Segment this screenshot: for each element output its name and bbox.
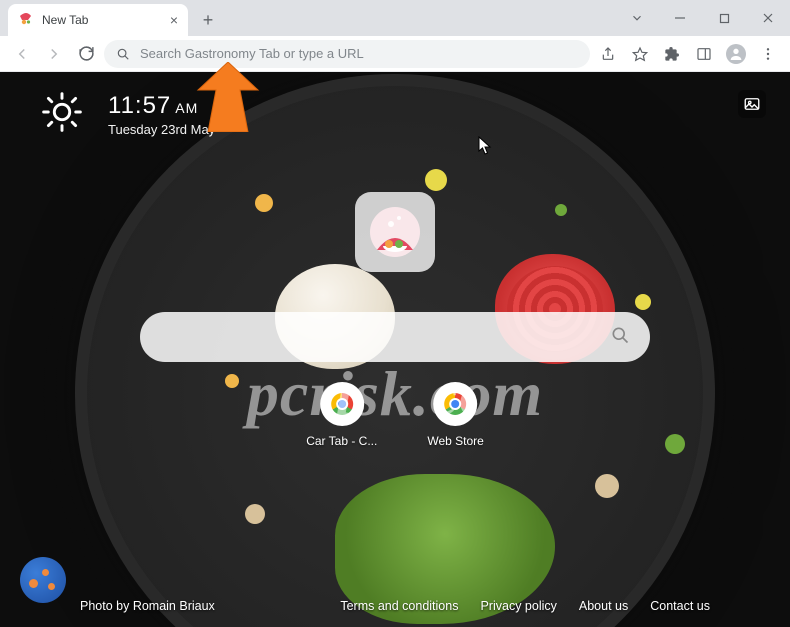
chrome-icon xyxy=(445,393,467,415)
forward-button[interactable] xyxy=(40,40,68,68)
tab-title: New Tab xyxy=(42,13,170,27)
search-icon[interactable] xyxy=(610,325,630,350)
shortcut-label: Car Tab - C... xyxy=(306,434,377,448)
footer-link-privacy[interactable]: Privacy policy xyxy=(480,599,556,613)
omnibox-input[interactable] xyxy=(140,46,578,61)
share-button[interactable] xyxy=(594,40,622,68)
tab-favicon-icon xyxy=(18,12,34,28)
footer-link-about[interactable]: About us xyxy=(579,599,628,613)
shortcut-label: Web Store xyxy=(427,434,483,448)
time-value: 11:57 xyxy=(108,92,171,119)
newtab-content: 11:57AM Tuesday 23rd May Car Tab - C... … xyxy=(0,72,790,627)
titlebar: New Tab × + xyxy=(0,0,790,36)
footer-links: Terms and conditions Privacy policy Abou… xyxy=(340,599,710,613)
search-icon xyxy=(116,47,130,61)
footer-link-contact[interactable]: Contact us xyxy=(650,599,710,613)
page-search-input[interactable] xyxy=(160,329,610,346)
new-tab-button[interactable]: + xyxy=(194,6,222,34)
browser-toolbar xyxy=(0,36,790,72)
annotation-arrow-icon xyxy=(188,62,268,137)
side-panel-button[interactable] xyxy=(690,40,718,68)
menu-button[interactable] xyxy=(754,40,782,68)
reload-button[interactable] xyxy=(72,40,100,68)
page-search-bar[interactable] xyxy=(140,312,650,362)
back-button[interactable] xyxy=(8,40,36,68)
profile-button[interactable] xyxy=(722,40,750,68)
shortcuts: Car Tab - C... Web Store xyxy=(306,382,484,448)
window-controls xyxy=(622,0,790,36)
footer-link-terms[interactable]: Terms and conditions xyxy=(340,599,458,613)
maximize-button[interactable] xyxy=(702,0,746,36)
minimize-button[interactable] xyxy=(658,0,702,36)
bookmark-button[interactable] xyxy=(626,40,654,68)
change-background-button[interactable] xyxy=(738,90,766,118)
tab-search-icon[interactable] xyxy=(622,0,652,36)
shortcut-web-store[interactable]: Web Store xyxy=(427,382,483,448)
chrome-icon xyxy=(331,393,353,415)
shortcut-car-tab[interactable]: Car Tab - C... xyxy=(306,382,377,448)
app-tile[interactable] xyxy=(355,192,435,272)
tab-close-icon[interactable]: × xyxy=(170,12,178,28)
photo-credit: Photo by Romain Briaux xyxy=(80,599,215,613)
footer: Photo by Romain Briaux Terms and conditi… xyxy=(0,599,790,613)
avatar-icon xyxy=(726,44,746,64)
omnibox[interactable] xyxy=(104,40,590,68)
sun-icon[interactable] xyxy=(40,90,84,139)
extensions-button[interactable] xyxy=(658,40,686,68)
cursor-icon xyxy=(478,136,494,161)
extension-badge-button[interactable] xyxy=(20,557,66,603)
gastronomy-app-icon xyxy=(369,206,421,258)
close-window-button[interactable] xyxy=(746,0,790,36)
browser-tab[interactable]: New Tab × xyxy=(8,4,188,36)
